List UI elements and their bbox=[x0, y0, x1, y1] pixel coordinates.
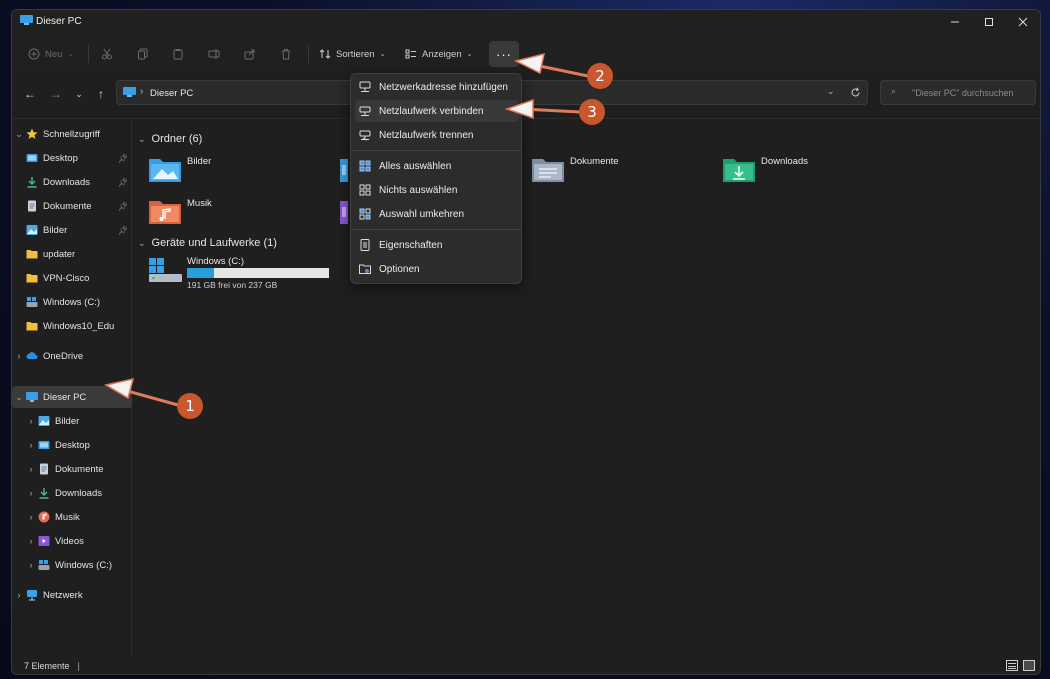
annotation-arrowhead-1 bbox=[103, 378, 135, 400]
annotation-badge-1: 1 bbox=[177, 393, 203, 419]
annotation-overlay bbox=[103, 52, 589, 407]
annotation-arrowhead-2 bbox=[513, 52, 545, 75]
annotation-arrowhead-3 bbox=[504, 98, 534, 120]
annotation-badge-3: 3 bbox=[579, 99, 605, 125]
annotation-badge-2: 2 bbox=[587, 63, 613, 89]
